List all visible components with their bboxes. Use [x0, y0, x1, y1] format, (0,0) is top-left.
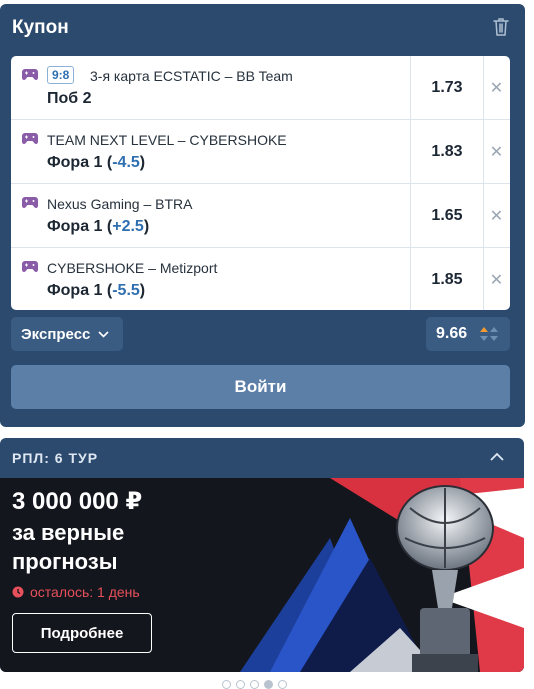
promo-banner[interactable]: 3 000 000 ₽ за верные прогнозы осталось:…: [0, 478, 524, 672]
live-score-badge: 9:8: [47, 66, 75, 84]
promo-amount: 3 000 000 ₽: [12, 488, 143, 515]
coupon-panel: Купон 9:8 3-я карта ECSTATIC – BB Team П…: [0, 4, 525, 427]
bet-row: TEAM NEXT LEVEL – CYBERSHOKE Фора 1 (-4.…: [11, 120, 510, 184]
bet-row: 9:8 3-я карта ECSTATIC – BB Team Поб 2 1…: [11, 56, 510, 120]
promo-subtitle: за верные прогнозы: [12, 520, 125, 574]
odds-value: 1.65: [410, 184, 484, 247]
trash-icon[interactable]: [491, 16, 511, 38]
login-button[interactable]: Войти: [11, 365, 510, 409]
total-odds: 9.66: [426, 317, 510, 351]
match-name: TEAM NEXT LEVEL – CYBERSHOKE: [47, 132, 287, 148]
outcome-close-paren: ): [139, 282, 146, 299]
outcome: Фора 1 (-4.5): [47, 154, 145, 172]
bet-list: 9:8 3-я карта ECSTATIC – BB Team Поб 2 1…: [11, 56, 510, 310]
gamepad-icon: [22, 261, 38, 272]
time-remaining: осталось: 1 день: [12, 584, 140, 600]
more-button[interactable]: Подробнее: [12, 613, 152, 653]
outcome: Фора 1 (-5.5): [47, 282, 145, 300]
handicap-value: -5.5: [112, 282, 140, 299]
outcome-label: Фора 1 (: [47, 282, 113, 299]
coupon-title: Купон: [12, 17, 69, 38]
outcome-close-paren: ): [139, 154, 146, 171]
close-icon[interactable]: ✕: [483, 120, 510, 183]
outcome-label: Фора 1 (: [47, 154, 113, 171]
match-name: 3-я карта ECSTATIC – BB Team: [90, 68, 293, 84]
odds-value: 1.83: [410, 120, 484, 183]
promo-panel: РПЛ: 6 ТУР 3 000 000 ₽ за верные прогноз…: [0, 438, 524, 672]
chevron-up-icon[interactable]: [490, 452, 504, 462]
pagination-dot-active[interactable]: [264, 680, 273, 689]
handicap-value: +2.5: [112, 218, 144, 235]
clock-icon: [12, 586, 24, 598]
close-icon[interactable]: ✕: [483, 248, 510, 310]
pagination-dot[interactable]: [222, 680, 231, 689]
close-icon[interactable]: ✕: [483, 56, 510, 119]
outcome: Поб 2: [47, 90, 92, 108]
pagination-dot[interactable]: [236, 680, 245, 689]
outcome-label: Фора 1 (: [47, 218, 113, 235]
gamepad-icon: [22, 133, 38, 144]
odds-value: 1.85: [410, 248, 484, 310]
bet-row: Nexus Gaming – BTRA Фора 1 (+2.5) 1.65 ✕: [11, 184, 510, 248]
time-remaining-label: осталось: 1 день: [30, 584, 140, 600]
bet-row: CYBERSHOKE – Metizport Фора 1 (-5.5) 1.8…: [11, 248, 510, 310]
match-name: CYBERSHOKE – Metizport: [47, 260, 218, 276]
match-name: Nexus Gaming – BTRA: [47, 196, 193, 212]
gamepad-icon: [22, 69, 38, 80]
pagination-dot[interactable]: [250, 680, 259, 689]
pagination-dot[interactable]: [278, 680, 287, 689]
promo-header: РПЛ: 6 ТУР: [12, 450, 99, 466]
outcome-label: Поб 2: [47, 90, 92, 107]
odds-arrows-icon: [480, 327, 498, 341]
odds-value: 1.73: [410, 56, 484, 119]
outcome: Фора 1 (+2.5): [47, 218, 149, 236]
bet-type-label: Экспресс: [21, 325, 91, 343]
close-icon[interactable]: ✕: [483, 184, 510, 247]
carousel-pagination: [222, 680, 287, 689]
chevron-down-icon: [98, 330, 109, 338]
handicap-value: -4.5: [112, 154, 140, 171]
bet-type-dropdown[interactable]: Экспресс: [11, 317, 123, 351]
total-odds-value: 9.66: [436, 325, 468, 342]
outcome-close-paren: ): [143, 218, 150, 235]
gamepad-icon: [22, 197, 38, 208]
